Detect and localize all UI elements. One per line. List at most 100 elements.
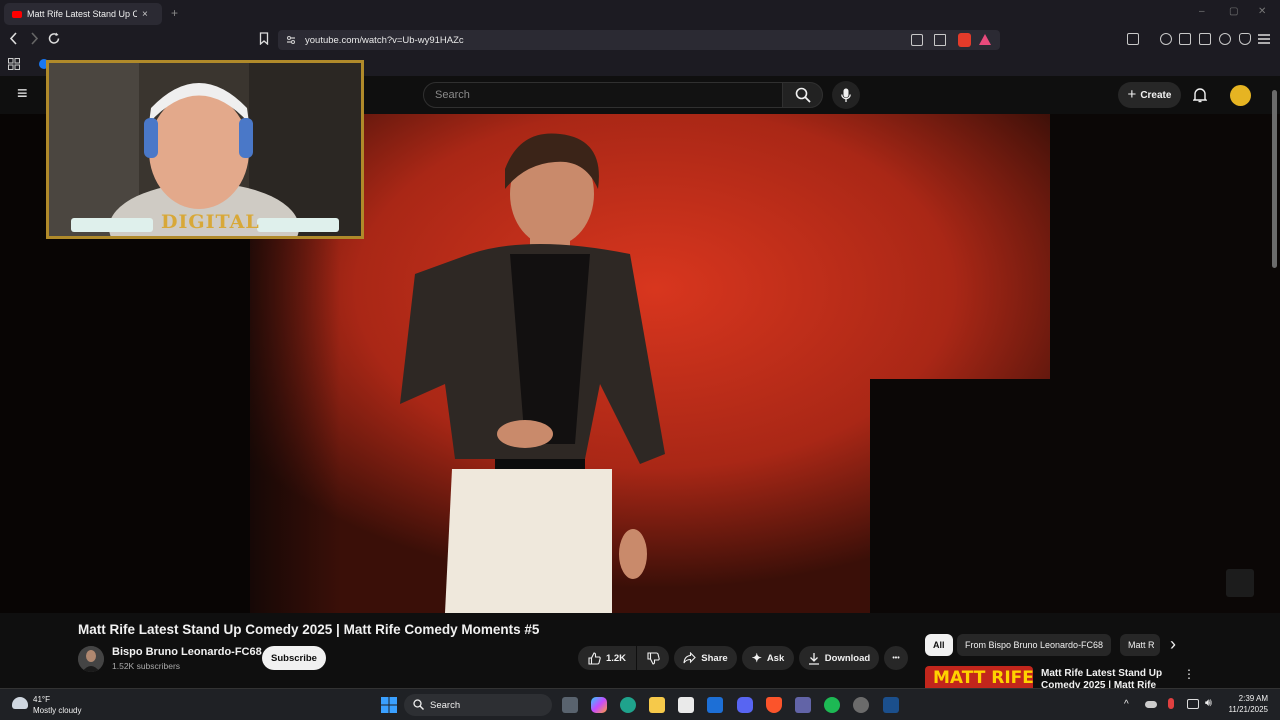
weather-temperature: 41°F [33,695,50,704]
extensions-icon[interactable] [1127,33,1139,45]
like-button[interactable]: 1.2K [578,646,636,670]
clock-date[interactable]: 11/21/2025 [1220,705,1268,714]
new-tab-button[interactable]: + [171,6,178,20]
windows-taskbar: 41°F Mostly cloudy Search ^ 🔊︎ 2:39 AM 1… [0,688,1280,720]
chips-next-icon[interactable]: › [1170,633,1176,655]
address-bar-row: youtube.com/watch?v=Ub-wy91HAZc [0,27,1280,53]
channel-avatar[interactable] [78,646,104,672]
thumbs-up-icon [588,651,601,665]
channel-name[interactable]: Bispo Bruno Leonardo-FC68 [112,646,262,658]
outlook-icon[interactable] [707,697,723,713]
clock-time[interactable]: 2:39 AM [1230,694,1268,703]
network-icon[interactable] [1187,699,1199,709]
back-icon[interactable] [9,32,19,45]
edge-icon[interactable] [620,697,636,713]
windows-start-icon[interactable] [381,697,397,713]
youtube-favicon-icon [12,10,22,18]
settings-gear-icon[interactable] [853,697,869,713]
wallet-icon[interactable] [1199,33,1211,45]
url-field[interactable]: youtube.com/watch?v=Ub-wy91HAZc [278,30,1000,50]
copilot-icon[interactable] [591,697,607,713]
channel-avatar-image [78,646,104,672]
maximize-button[interactable]: ▢ [1229,6,1238,17]
url-text: youtube.com/watch?v=Ub-wy91HAZc [305,34,464,46]
browser-tab-bar: Matt Rife Latest Stand Up Co × + – ▢ ✕ [0,0,1280,27]
teams-icon[interactable] [795,697,811,713]
share-button[interactable]: Share [674,646,737,670]
taskbar-search-icon [413,699,424,710]
guide-menu-icon[interactable]: ≡ [17,84,28,102]
download-button[interactable]: Download [799,646,879,670]
more-actions-button[interactable]: ••• [884,646,908,670]
recommended-title-line-1: Matt Rife Latest Stand Up [1041,668,1163,679]
subscribe-button[interactable]: Subscribe [262,646,326,670]
tab-youtube[interactable]: Matt Rife Latest Stand Up Co × [4,3,162,25]
video-title: Matt Rife Latest Stand Up Comedy 2025 | … [78,622,540,637]
microphone-icon [841,88,851,102]
search-placeholder: Search [435,89,470,101]
dislike-button[interactable] [637,646,669,670]
brave-rewards-icon[interactable] [979,34,991,45]
thumbnail-text: MATT RIFE [933,668,1033,688]
forward-icon[interactable] [29,32,39,45]
ask-button[interactable]: ✦ Ask [742,646,794,670]
bookmark-icon[interactable] [259,32,269,45]
sidebar-icon[interactable] [1179,33,1191,45]
apps-grid-icon[interactable] [8,58,20,70]
download-label: Download [824,652,871,664]
create-label: Create [1140,89,1172,101]
create-button[interactable]: + Create [1118,82,1181,108]
recommended-thumbnail[interactable]: MATT RIFE [925,666,1033,688]
chip-matt-rife[interactable]: Matt R [1120,634,1160,656]
tray-overflow-icon[interactable]: ^ [1124,699,1129,710]
reload-icon[interactable] [48,32,61,45]
tab-title: Matt Rife Latest Stand Up Co [27,9,137,19]
browser-menu-icon[interactable] [1258,34,1270,44]
tab-close-icon[interactable]: × [142,9,148,20]
share-label: Share [701,652,728,664]
miniplayer-thumbnail[interactable] [1226,569,1254,597]
recommended-more-icon[interactable]: ⋮ [1183,668,1195,680]
voice-search-button[interactable] [832,81,860,109]
onedrive-icon[interactable] [1145,701,1157,708]
like-count: 1.2K [605,652,627,664]
recommended-title[interactable]: Matt Rife Latest Stand Up Comedy 2025 | … [1041,668,1176,688]
taskbar-search-label: Search [430,699,461,711]
chip-from-channel[interactable]: From Bispo Bruno Leonardo-FC68 [957,634,1112,656]
microphone-tray-icon[interactable] [1168,698,1174,709]
cast-icon[interactable] [911,34,923,46]
volume-icon[interactable]: 🔊︎ [1205,697,1212,710]
search-button[interactable] [782,82,823,108]
task-view-icon[interactable] [562,697,578,713]
channel-logo-text: DIGITAL [161,211,260,233]
weather-cloud-icon[interactable] [12,697,28,709]
taskbar-search-box[interactable]: Search [404,694,552,716]
file-explorer-icon[interactable] [649,697,665,713]
chip-all[interactable]: All [925,634,953,656]
brave-shields-icon[interactable] [958,33,971,47]
brave-taskbar-icon[interactable] [766,697,782,713]
minimize-button[interactable]: – [1199,6,1205,17]
steam-icon[interactable] [883,697,899,713]
close-window-button[interactable]: ✕ [1258,6,1266,17]
plus-icon: + [1127,86,1137,103]
webcam-overlay: DIGITAL [46,60,364,239]
download-icon [808,652,819,665]
account-avatar[interactable] [1230,85,1251,106]
thumbs-down-icon [646,651,660,665]
recommended-title-line-2: Comedy 2025 | Matt Rife [1041,680,1157,688]
share-icon [683,652,697,664]
notifications-bell-icon[interactable] [1193,87,1207,103]
share-page-icon[interactable] [934,34,946,46]
search-input[interactable]: Search [423,82,783,108]
spotify-icon[interactable] [824,697,840,713]
vpn-shield-icon[interactable] [1239,33,1251,45]
microsoft-store-icon[interactable] [678,697,694,713]
weather-condition: Mostly cloudy [33,706,82,715]
page-scrollbar[interactable] [1272,90,1277,268]
leo-ai-icon[interactable] [1219,33,1231,45]
site-info-icon[interactable] [286,35,296,45]
discord-icon[interactable] [737,697,753,713]
media-icon[interactable] [1160,33,1172,45]
search-icon [795,87,811,103]
